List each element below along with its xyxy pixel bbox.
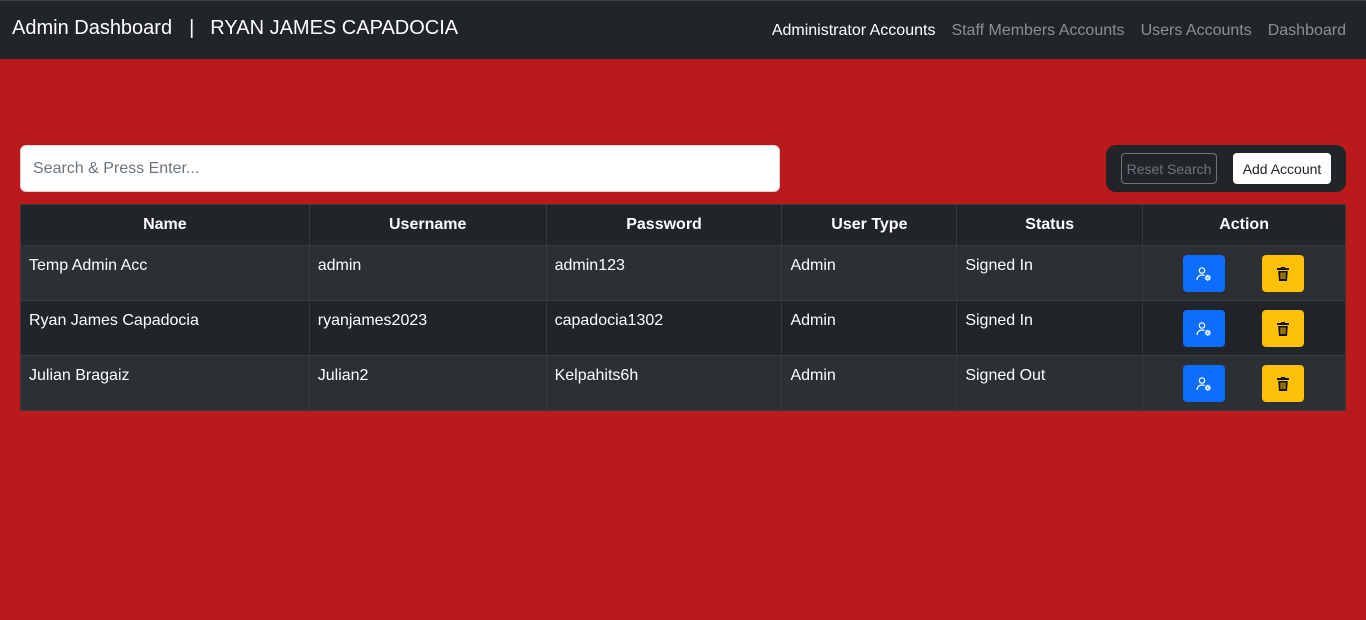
table-header-row: Name Username Password User Type Status … (20, 204, 1346, 246)
cell-password: capadocia1302 (546, 300, 783, 356)
cell-action (1142, 355, 1346, 411)
cell-username: Julian2 (309, 355, 547, 411)
cell-name: Temp Admin Acc (20, 245, 310, 301)
cell-user-type: Admin (781, 300, 958, 356)
accounts-table: Name Username Password User Type Status … (20, 204, 1346, 411)
current-user-name: RYAN JAMES CAPADOCIA (210, 16, 459, 39)
reset-search-button[interactable]: Reset Search (1121, 153, 1217, 184)
search-input[interactable] (20, 145, 780, 192)
navbar-brand[interactable]: Admin Dashboard | RYAN JAMES CAPADOCIA (12, 17, 458, 40)
column-header-username[interactable]: Username (309, 204, 547, 246)
dashboard-title: Admin Dashboard (12, 16, 173, 39)
cell-user-type: Admin (781, 355, 958, 411)
cell-password: Kelpahits6h (546, 355, 783, 411)
edit-account-button[interactable] (1183, 255, 1226, 292)
nav-links: Administrator Accounts Staff Members Acc… (756, 22, 1346, 40)
cell-password: admin123 (546, 245, 783, 301)
nav-link-dashboard[interactable]: Dashboard (1268, 22, 1346, 40)
column-header-user-type[interactable]: User Type (781, 204, 958, 246)
user-gear-icon (1196, 266, 1212, 281)
cell-status: Signed In (956, 300, 1144, 356)
cell-status: Signed In (956, 245, 1144, 301)
column-header-name[interactable]: Name (20, 204, 310, 246)
delete-account-button[interactable] (1262, 255, 1305, 292)
cell-name: Ryan James Capadocia (20, 300, 310, 356)
cell-name: Julian Bragaiz (20, 355, 310, 411)
table-row: Temp Admin Acc admin admin123 Admin Sign… (20, 245, 1346, 301)
user-gear-icon (1196, 376, 1212, 391)
trash-icon (1277, 266, 1290, 281)
cell-action (1142, 245, 1346, 301)
edit-account-button[interactable] (1183, 365, 1226, 402)
delete-account-button[interactable] (1262, 365, 1305, 402)
column-header-password[interactable]: Password (546, 204, 783, 246)
cell-username: ryanjames2023 (309, 300, 547, 356)
trash-icon (1277, 376, 1290, 391)
column-header-action: Action (1142, 204, 1346, 246)
user-gear-icon (1196, 321, 1212, 336)
cell-action (1142, 300, 1346, 356)
edit-account-button[interactable] (1183, 310, 1226, 347)
trash-icon (1277, 321, 1290, 336)
nav-link-administrator-accounts[interactable]: Administrator Accounts (772, 22, 936, 40)
top-navbar: Admin Dashboard | RYAN JAMES CAPADOCIA A… (0, 0, 1366, 59)
add-account-button[interactable]: Add Account (1233, 153, 1331, 184)
column-header-status[interactable]: Status (956, 204, 1144, 246)
cell-user-type: Admin (781, 245, 958, 301)
cell-status: Signed Out (956, 355, 1144, 411)
table-row: Ryan James Capadocia ryanjames2023 capad… (20, 300, 1346, 356)
nav-link-users-accounts[interactable]: Users Accounts (1141, 22, 1252, 40)
title-separator: | (189, 16, 195, 39)
toolbar-button-group: Reset Search Add Account (1106, 145, 1346, 192)
delete-account-button[interactable] (1262, 310, 1305, 347)
nav-link-staff-members-accounts[interactable]: Staff Members Accounts (951, 22, 1124, 40)
cell-username: admin (309, 245, 547, 301)
table-row: Julian Bragaiz Julian2 Kelpahits6h Admin… (20, 355, 1346, 411)
